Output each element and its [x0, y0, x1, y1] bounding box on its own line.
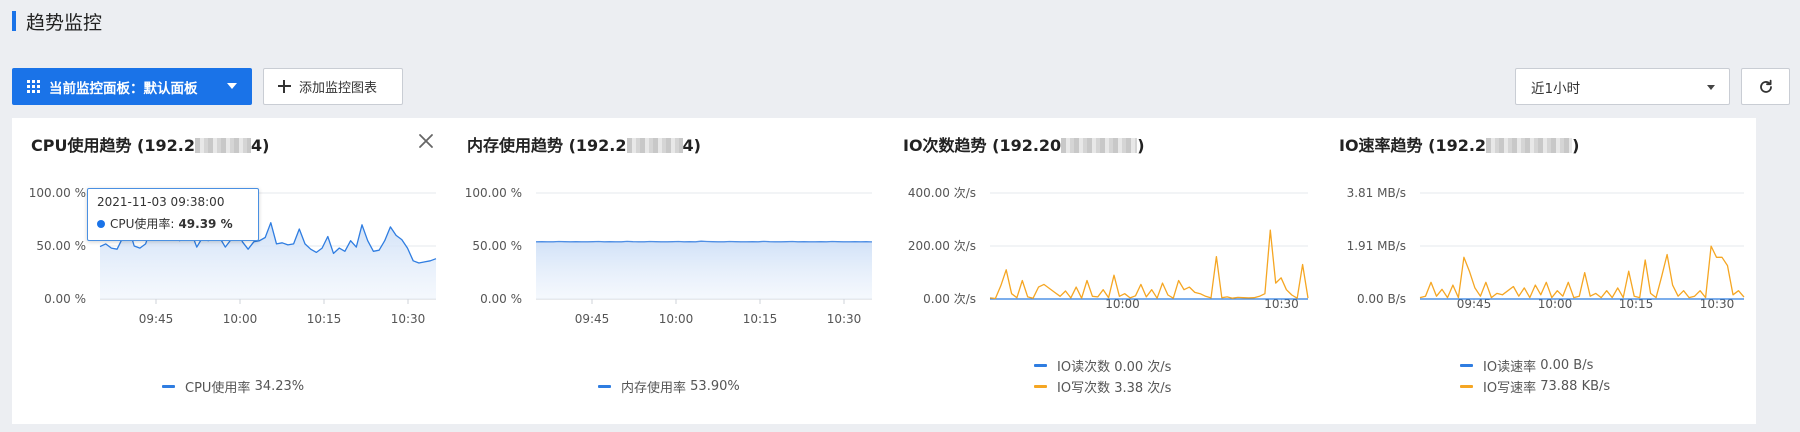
panel-title-text: IO次数趋势 (192.20	[903, 136, 1062, 155]
series-line	[535, 240, 873, 243]
legend-name: IO写速率	[1483, 381, 1537, 396]
y-tick-label: 0.00 %	[44, 292, 86, 306]
y-tick-label: 100.00 %	[465, 186, 522, 200]
y-tick-label: 400.00 次/s	[908, 186, 976, 200]
x-tick-label: 10:30	[391, 312, 426, 326]
series-line	[989, 229, 1309, 300]
x-tick-label: 10:00	[659, 312, 694, 326]
legend-value: 53.90%	[690, 379, 740, 394]
title-accent-bar	[12, 11, 16, 31]
io-rate-chart: 3.81 MB/s1.91 MB/s0.00 B/s 09:45 10:00 10:1…	[1347, 186, 1745, 311]
cpu-trend-panel: CPU使用趋势 (192.2 4) 100.00 % 50.00 % 0.00 % 09…	[12, 118, 448, 424]
panel-title: CPU使用趋势 (192.2 4)	[31, 132, 269, 156]
memory-trend-panel: 内存使用趋势 (192.2 4) 100.00 % 50.00 % 0.00 % 09:…	[448, 118, 884, 424]
y-tick-label: 0.00 %	[480, 292, 522, 306]
legend-name: IO读次数	[1057, 360, 1111, 375]
legend-swatch	[1460, 364, 1473, 367]
x-tick-label: 09:45	[575, 312, 610, 326]
panel-title-suffix: )	[1572, 136, 1580, 155]
memory-chart: 100.00 % 50.00 % 0.00 % 09:45 10:00 10:15 10:3…	[465, 186, 873, 326]
legend-name: IO读速率	[1483, 360, 1537, 375]
panel-title-suffix: )	[1137, 136, 1145, 155]
chevron-down-icon	[1707, 85, 1715, 90]
redacted-ip	[194, 138, 251, 153]
legend-swatch	[1034, 364, 1047, 367]
x-tick-label: 10:15	[307, 312, 342, 326]
legend-value: 0.00 次/s	[1114, 360, 1172, 375]
legend-value: 3.38 次/s	[1114, 381, 1172, 396]
panel-title-text: CPU使用趋势 (192.2	[31, 136, 195, 155]
legend-item[interactable]: 内存使用率 53.90%	[598, 376, 740, 397]
legend-item[interactable]: IO读次数 0.00 次/s	[1034, 355, 1171, 376]
x-tick-label: 10:15	[743, 312, 778, 326]
y-tick-label: 0.00 次/s	[923, 292, 976, 306]
plus-icon	[278, 80, 291, 93]
io-rate-trend-panel: IO速率趋势 (192.2) 3.81 MB/s 1.91 MB/s 0.00 B/…	[1320, 118, 1756, 424]
tooltip-value: 49.39 %	[178, 216, 233, 231]
legend-name: 内存使用率	[621, 381, 687, 396]
chart-legend: IO读次数 0.00 次/s IO写次数 3.38 次/s	[1034, 355, 1171, 397]
legend-name: IO写次数	[1057, 381, 1111, 396]
chart-legend: IO读速率 0.00 B/s IO写速率 73.88 KB/s	[1460, 355, 1610, 397]
chart-legend: 内存使用率 53.90%	[598, 376, 740, 397]
legend-swatch	[598, 385, 611, 388]
chevron-down-icon	[227, 83, 237, 89]
y-tick-label: 0.00 B/s	[1357, 292, 1406, 306]
legend-item[interactable]: IO写次数 3.38 次/s	[1034, 376, 1171, 397]
legend-item[interactable]: CPU使用率 34.23%	[162, 376, 304, 397]
panel-title: IO次数趋势 (192.20)	[903, 132, 1145, 156]
legend-value: 73.88 KB/s	[1540, 379, 1611, 394]
panel-title-suffix: 4)	[250, 136, 270, 155]
legend-value: 0.00 B/s	[1540, 358, 1594, 373]
panel-title-suffix: 4)	[682, 136, 701, 155]
legend-name: CPU使用率	[185, 381, 251, 396]
legend-swatch	[1460, 385, 1473, 388]
tooltip-row: CPU使用率: 49.39 %	[97, 215, 249, 232]
redacted-ip	[1486, 138, 1573, 153]
dashboard-select-button[interactable]: 当前监控面板：默认面板	[12, 68, 252, 105]
time-range-select[interactable]: 近1小时	[1515, 68, 1730, 105]
legend-item[interactable]: IO读速率 0.00 B/s	[1460, 355, 1610, 376]
panel-title: IO速率趋势 (192.2)	[1339, 132, 1579, 156]
redacted-ip	[626, 138, 683, 153]
chart-legend: CPU使用率 34.23%	[162, 376, 304, 397]
close-icon[interactable]	[417, 132, 435, 150]
time-range-value: 近1小时	[1531, 80, 1581, 97]
redacted-ip	[1061, 138, 1138, 153]
series-area	[536, 241, 872, 299]
panel-title-text: IO速率趋势 (192.2	[1339, 136, 1487, 155]
y-tick-label: 200.00 次/s	[908, 239, 976, 253]
x-tick-label: 10:30	[827, 312, 862, 326]
y-tick-label: 50.00 %	[36, 239, 86, 253]
io-count-chart: 400.00 次/s200.00 次/s0.00 次/s 10:00 10:30	[908, 186, 1309, 311]
tooltip-dot	[97, 219, 105, 228]
chart-tooltip: 2021-11-03 09:38:00 CPU使用率: 49.39 %	[87, 188, 259, 241]
legend-swatch	[162, 385, 175, 388]
legend-value: 34.23%	[254, 379, 305, 394]
y-tick-label: 100.00 %	[29, 186, 86, 200]
page-header: 趋势监控	[12, 10, 103, 34]
refresh-icon	[1759, 79, 1772, 93]
legend-swatch	[1034, 385, 1047, 388]
x-tick-label: 09:45	[139, 312, 174, 326]
tooltip-label: CPU使用率:	[110, 217, 175, 231]
y-tick-label: 50.00 %	[472, 239, 522, 253]
tooltip-time: 2021-11-03 09:38:00	[97, 195, 225, 209]
grid-icon	[27, 80, 40, 93]
panel-title: 内存使用趋势 (192.2 4)	[467, 132, 701, 156]
series-line	[1419, 245, 1745, 299]
y-tick-label: 1.91 MB/s	[1347, 239, 1406, 253]
page-title: 趋势监控	[26, 11, 103, 34]
dashboard-button-label: 当前监控面板：默认面板	[49, 80, 198, 97]
legend-item[interactable]: IO写速率 73.88 KB/s	[1460, 376, 1610, 397]
add-chart-button[interactable]: 添加监控图表	[263, 68, 403, 105]
refresh-button[interactable]	[1741, 68, 1790, 105]
x-tick-label: 10:00	[223, 312, 258, 326]
io-count-trend-panel: IO次数趋势 (192.20) 400.00 次/s 200.00 次/s 0.00…	[884, 118, 1320, 424]
panel-title-text: 内存使用趋势 (192.2	[467, 136, 627, 155]
add-chart-label: 添加监控图表	[299, 81, 378, 96]
y-tick-label: 3.81 MB/s	[1347, 186, 1406, 200]
